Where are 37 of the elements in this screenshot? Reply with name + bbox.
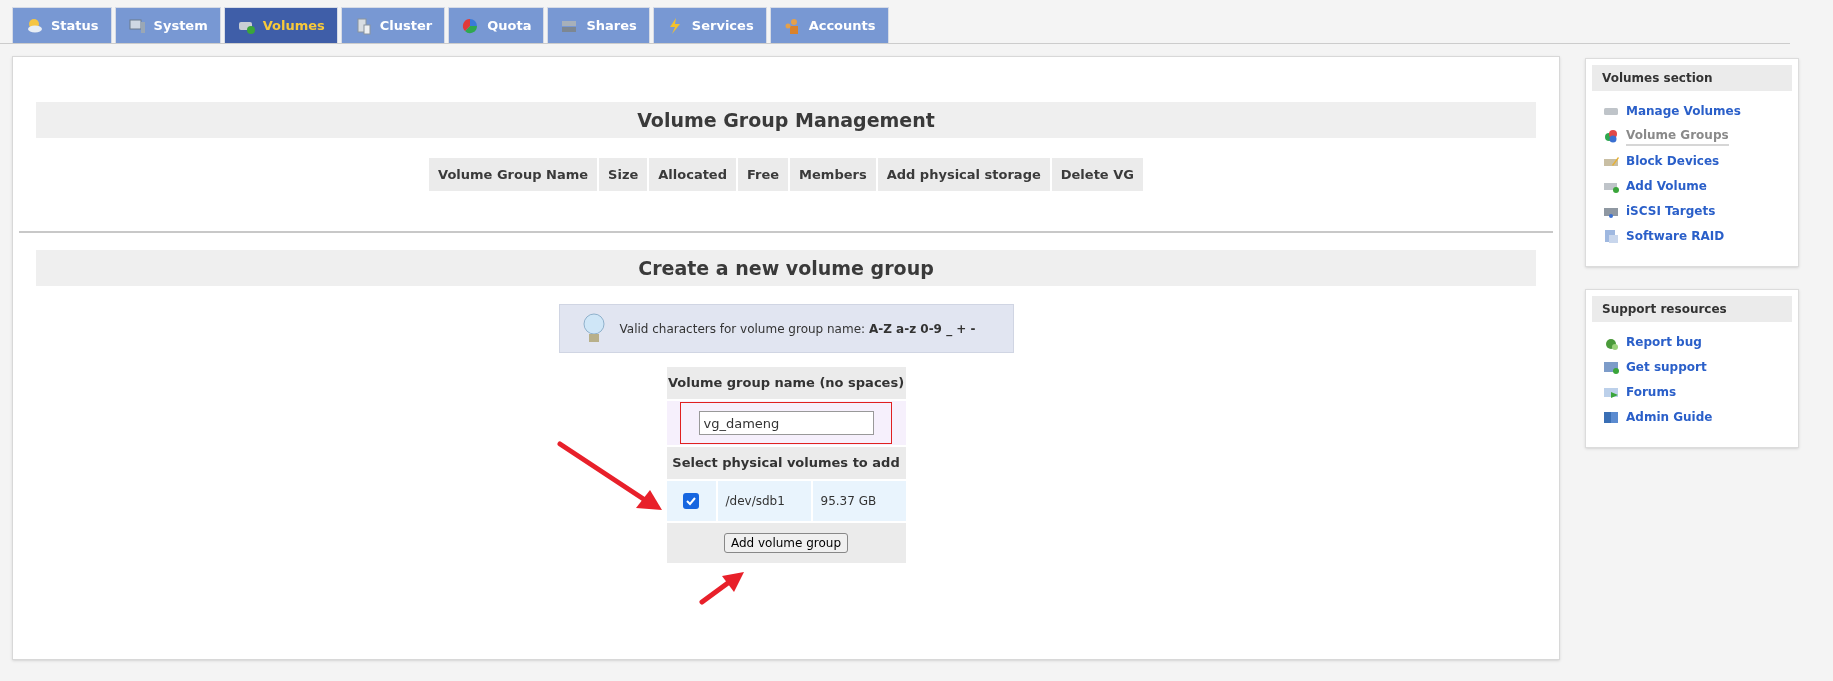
- sidebar-link[interactable]: Add Volume: [1626, 177, 1707, 195]
- column-header: Allocated: [649, 158, 736, 191]
- column-header: Free: [738, 158, 789, 191]
- link-icon: [1603, 409, 1619, 425]
- tab-icon: [25, 16, 43, 35]
- form-header: Volume group name (no spaces): [666, 367, 906, 399]
- sidebar-link[interactable]: Software RAID: [1626, 227, 1725, 245]
- nav-tab[interactable]: Volumes: [223, 7, 338, 43]
- sidebar-link[interactable]: Admin Guide: [1626, 408, 1713, 426]
- section-header: Volume Group Management: [36, 102, 1536, 138]
- tab-icon: [461, 16, 480, 35]
- sidebar-link[interactable]: Volume Groups: [1626, 126, 1729, 146]
- column-header: Members: [790, 158, 876, 191]
- column-header: Add physical storage: [877, 158, 1050, 191]
- panel-title: Support resources: [1592, 296, 1792, 322]
- sidebar-link[interactable]: Report bug: [1626, 333, 1702, 351]
- name-field[interactable]: vg_dameng: [698, 411, 874, 435]
- column-header: Delete VG: [1051, 158, 1143, 191]
- size-cell: 95.37 GB: [812, 481, 906, 521]
- section-header: Create a new volume group: [36, 250, 1536, 286]
- link-icon: [1603, 228, 1619, 244]
- panel-title: Volumes section: [1592, 65, 1792, 91]
- sidebar-link[interactable]: Get support: [1626, 358, 1707, 376]
- form-header: Select physical volumes to add: [666, 447, 906, 479]
- sidebar-link[interactable]: Block Devices: [1626, 152, 1720, 170]
- tab-icon: [127, 16, 146, 35]
- column-header: Size: [599, 158, 648, 191]
- link-icon: [1603, 128, 1619, 144]
- sidebar-link[interactable]: iSCSI Targets: [1626, 202, 1716, 220]
- link-icon: [1603, 359, 1619, 375]
- volume-checkbox[interactable]: [683, 493, 699, 509]
- hint-text: Valid characters for volume group name: A-Z a-z 0-9 _ + -: [619, 320, 976, 338]
- column-header: Volume Group Name: [429, 158, 598, 191]
- add-volume-group-button[interactable]: Add volume group: [723, 533, 849, 553]
- sidebar-link[interactable]: Forums: [1626, 383, 1677, 401]
- sidebar-link[interactable]: Manage Volumes: [1626, 102, 1741, 120]
- device-cell: /dev/sdb1: [717, 481, 811, 521]
